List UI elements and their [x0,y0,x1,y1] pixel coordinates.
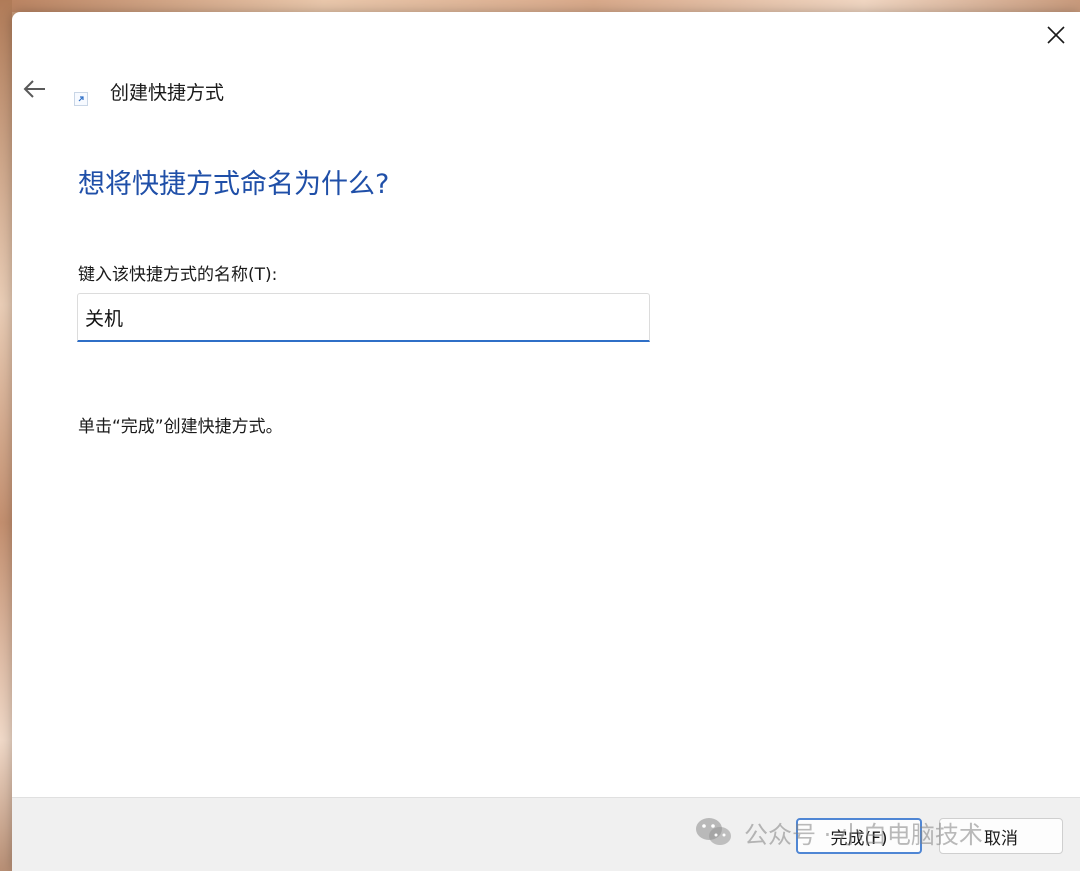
arrow-left-icon [23,80,45,98]
window-title: 创建快捷方式 [110,82,225,104]
instruction-text: 单击“完成”创建快捷方式。 [78,417,283,437]
cancel-button[interactable]: 取消 [939,818,1063,854]
desktop-wallpaper-left [0,0,12,871]
close-icon [1047,26,1065,44]
back-button[interactable] [20,74,50,104]
wechat-icon [696,818,731,845]
dialog-footer: 完成(F) 取消 公众号 · 小白电脑技术 [12,797,1080,871]
desktop-wallpaper-top [0,0,1080,12]
page-heading: 想将快捷方式命名为什么? [78,169,390,200]
finish-button[interactable]: 完成(F) [796,818,922,854]
shortcut-name-input[interactable] [77,293,650,342]
create-shortcut-dialog: 创建快捷方式 想将快捷方式命名为什么? 键入该快捷方式的名称(T): 单击“完成… [12,12,1080,871]
close-button[interactable] [1032,12,1080,58]
shortcut-name-label: 键入该快捷方式的名称(T): [78,265,278,285]
shortcut-icon [74,92,88,106]
